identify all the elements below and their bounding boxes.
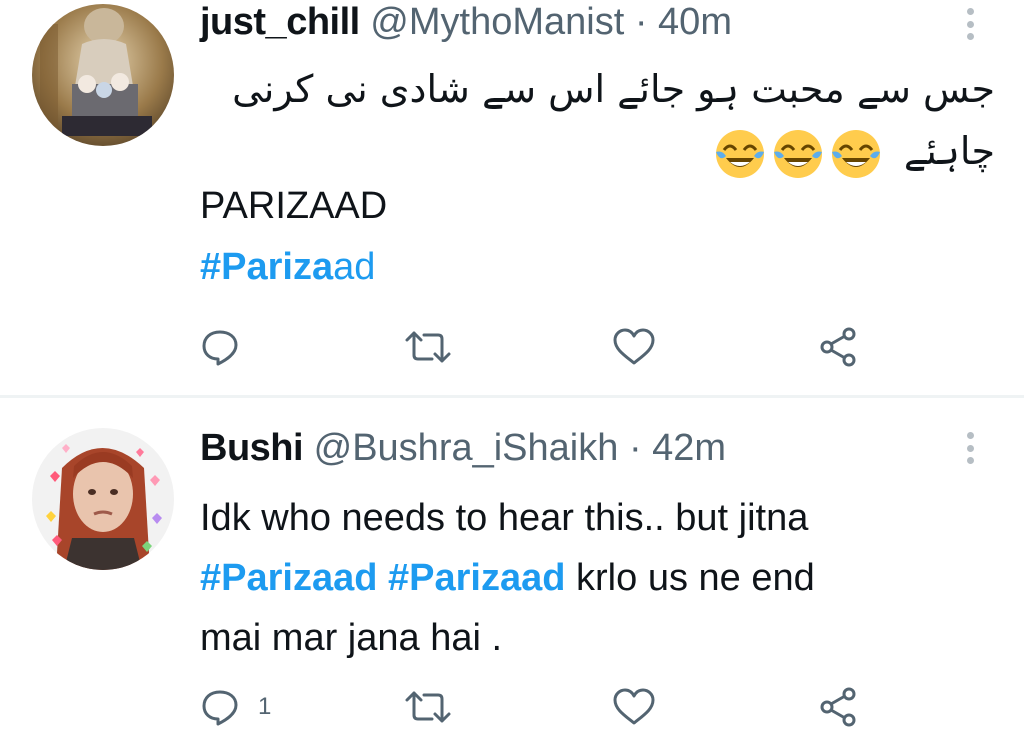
- timestamp[interactable]: 40m: [658, 1, 732, 43]
- retweet-button[interactable]: [404, 322, 470, 372]
- share-button[interactable]: [818, 322, 860, 372]
- emoji-group: [714, 128, 882, 180]
- hashtag-link[interactable]: #Parizaad: [200, 238, 375, 296]
- face-with-tears-of-joy-icon: [830, 128, 882, 180]
- hashtag-tail: ad: [333, 246, 376, 288]
- more-icon[interactable]: [958, 2, 982, 46]
- hashtag-link[interactable]: #Parizaad: [200, 557, 377, 599]
- tweet-text-fragment: krlo us ne end: [576, 557, 815, 599]
- tweet-actions: 1: [200, 682, 880, 732]
- display-name[interactable]: Bushi: [200, 427, 304, 469]
- tweet-text-line: mai mar jana hai .: [200, 617, 503, 659]
- retweet-icon: [404, 687, 452, 727]
- tweet[interactable]: Bushi @Bushra_iShaikh · 42m Idk who need…: [0, 398, 1024, 756]
- avatar[interactable]: [32, 4, 174, 146]
- share-button[interactable]: [818, 682, 860, 732]
- retweet-button[interactable]: [404, 682, 470, 732]
- like-icon: [612, 687, 656, 727]
- avatar[interactable]: [32, 428, 174, 570]
- share-icon: [818, 686, 860, 728]
- tweet-text: Idk who needs to hear this.. but jitna #…: [200, 488, 990, 668]
- tweet-text: جس سے محبت ہو جائے اس سے شادی نی کرنی چا…: [205, 58, 995, 182]
- like-button[interactable]: [612, 682, 674, 732]
- face-with-tears-of-joy-icon: [714, 128, 766, 180]
- timestamp[interactable]: 42m: [652, 427, 726, 469]
- hashtag-link[interactable]: #Parizaad: [388, 557, 565, 599]
- hashtag-bold: #Pariza: [200, 246, 334, 288]
- tweet-header: just_chill @MythoManist · 40m: [200, 0, 732, 46]
- reply-button[interactable]: [200, 322, 258, 372]
- separator: ·: [628, 427, 642, 469]
- tweet-text-line: PARIZAAD: [200, 185, 388, 227]
- reply-icon: [200, 687, 240, 727]
- reply-icon: [200, 327, 240, 367]
- like-icon: [612, 327, 656, 367]
- like-button[interactable]: [612, 322, 674, 372]
- tweet-actions: [200, 322, 880, 372]
- user-handle[interactable]: @Bushra_iShaikh: [314, 427, 619, 469]
- reply-button[interactable]: 1: [200, 682, 271, 732]
- tweet-header: Bushi @Bushra_iShaikh · 42m: [200, 424, 726, 472]
- retweet-icon: [404, 327, 452, 367]
- reply-count: 1: [258, 693, 272, 720]
- face-with-tears-of-joy-icon: [772, 128, 824, 180]
- user-handle[interactable]: @MythoManist: [370, 1, 624, 43]
- more-icon[interactable]: [958, 426, 982, 470]
- tweet-text-line: Idk who needs to hear this.. but jitna: [200, 497, 809, 539]
- display-name[interactable]: just_chill: [200, 1, 360, 43]
- tweet[interactable]: just_chill @MythoManist · 40m جس سے محبت…: [0, 0, 1024, 396]
- separator: ·: [634, 1, 648, 43]
- share-icon: [818, 326, 860, 368]
- tweet-text-line: #Parizaad #Parizaad krlo us ne end: [200, 548, 990, 608]
